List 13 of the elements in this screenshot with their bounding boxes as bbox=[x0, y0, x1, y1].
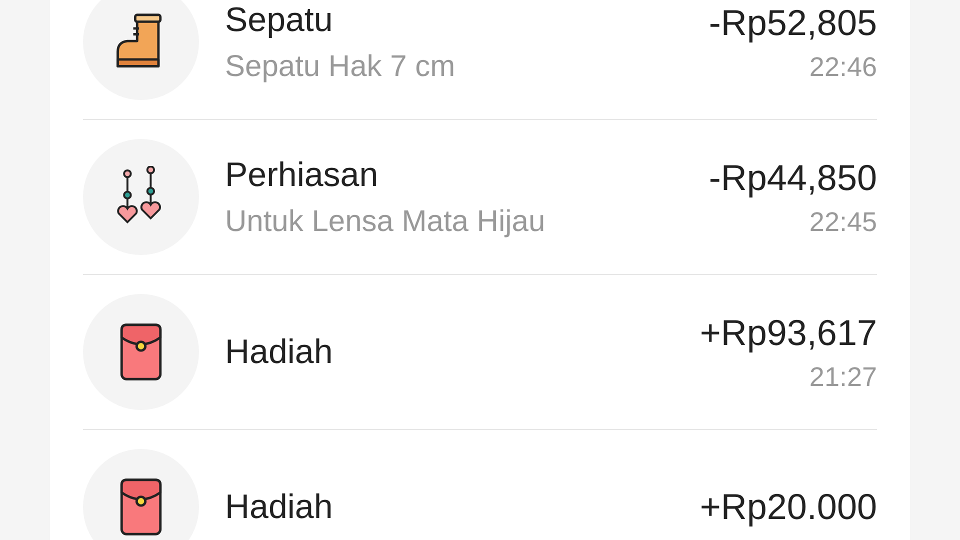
category-title: Hadiah bbox=[225, 488, 334, 526]
transaction-time: 22:45 bbox=[809, 206, 877, 238]
transaction-note: Sepatu Hak 7 cm bbox=[225, 50, 456, 84]
transaction-time: 22:46 bbox=[809, 52, 877, 82]
amount: +Rp93,617 bbox=[700, 312, 877, 354]
transaction-time: 21:27 bbox=[809, 362, 877, 392]
category-title: Perhiasan bbox=[225, 156, 380, 194]
amount: -Rp52,805 bbox=[708, 2, 877, 44]
transaction-note: Untuk Lensa Mata Hijau bbox=[225, 204, 546, 238]
amount: -Rp44,850 bbox=[708, 156, 877, 198]
category-title: Sepatu bbox=[225, 0, 334, 40]
category-title: Hadiah bbox=[225, 332, 334, 372]
amount: +Rp20.000 bbox=[700, 486, 877, 528]
